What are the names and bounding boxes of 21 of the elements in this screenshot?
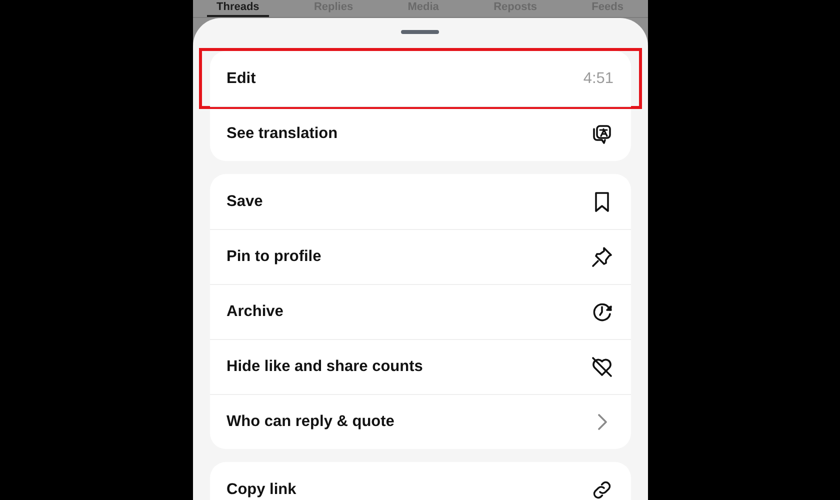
chevron-right-icon [598,414,606,430]
menu-item-label: Copy link [226,480,296,498]
menu-item[interactable]: Save [210,174,630,229]
pushpin-icon [590,245,614,269]
drag-handle[interactable] [401,30,439,34]
menu-item[interactable]: Hide like and share counts [210,339,630,394]
menu-item-label: Save [226,192,263,210]
menu-item[interactable]: Archive [210,284,630,339]
menu-item-label: Who can reply & quote [226,413,394,431]
menu-item[interactable]: See translation [210,106,630,161]
menu-item[interactable]: Edit 4:51 [202,51,638,106]
menu-item-label: Hide like and share counts [226,358,423,376]
menu-item-label: Pin to profile [226,248,322,266]
menu-item[interactable]: Pin to profile [210,229,630,284]
menu-item[interactable]: Copy link [210,462,630,500]
menu-item-label: See translation [226,125,338,143]
edit-time: 4:51 [583,70,614,88]
heart-off-icon [590,355,614,379]
menu-item[interactable]: Who can reply & quote [210,394,630,449]
menu-item-label: Edit [226,70,256,88]
menu-item-label: Archive [226,303,284,321]
